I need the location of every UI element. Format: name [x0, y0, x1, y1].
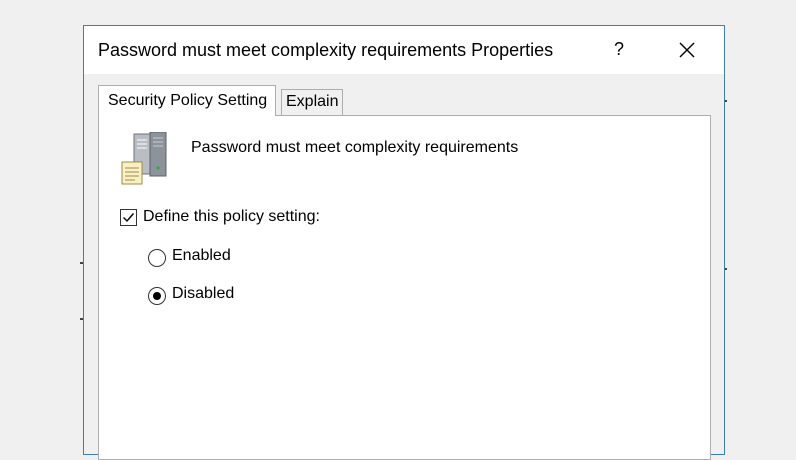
policy-name: Password must meet complexity requiremen…	[191, 139, 519, 156]
desktop-background-right	[725, 0, 796, 445]
disabled-radio[interactable]	[148, 287, 166, 305]
enabled-label: Enabled	[172, 247, 231, 264]
radio-selected-dot	[153, 292, 161, 300]
checkmark-icon	[123, 213, 135, 223]
tab-label: Security Policy Setting	[108, 92, 268, 109]
title-bar[interactable]: Password must meet complexity requiremen…	[84, 26, 724, 74]
close-button[interactable]	[671, 34, 703, 66]
properties-dialog: Password must meet complexity requiremen…	[83, 25, 725, 460]
desktop-background-left	[0, 0, 83, 445]
define-policy-checkbox[interactable]	[120, 209, 137, 226]
enabled-radio[interactable]	[148, 249, 166, 267]
window-title: Password must meet complexity requiremen…	[98, 40, 554, 60]
security-policy-panel: Password must meet complexity requiremen…	[98, 115, 711, 460]
close-icon	[679, 42, 695, 58]
define-policy-label: Define this policy setting:	[143, 208, 320, 225]
server-document-icon	[120, 131, 170, 186]
help-icon: ?	[613, 39, 624, 59]
tab-label: Explain	[286, 93, 339, 110]
tab-explain[interactable]: Explain	[281, 89, 343, 116]
disabled-label: Disabled	[172, 285, 235, 302]
help-button[interactable]: ?	[604, 34, 634, 64]
tab-security-policy-setting[interactable]: Security Policy Setting	[98, 85, 276, 116]
